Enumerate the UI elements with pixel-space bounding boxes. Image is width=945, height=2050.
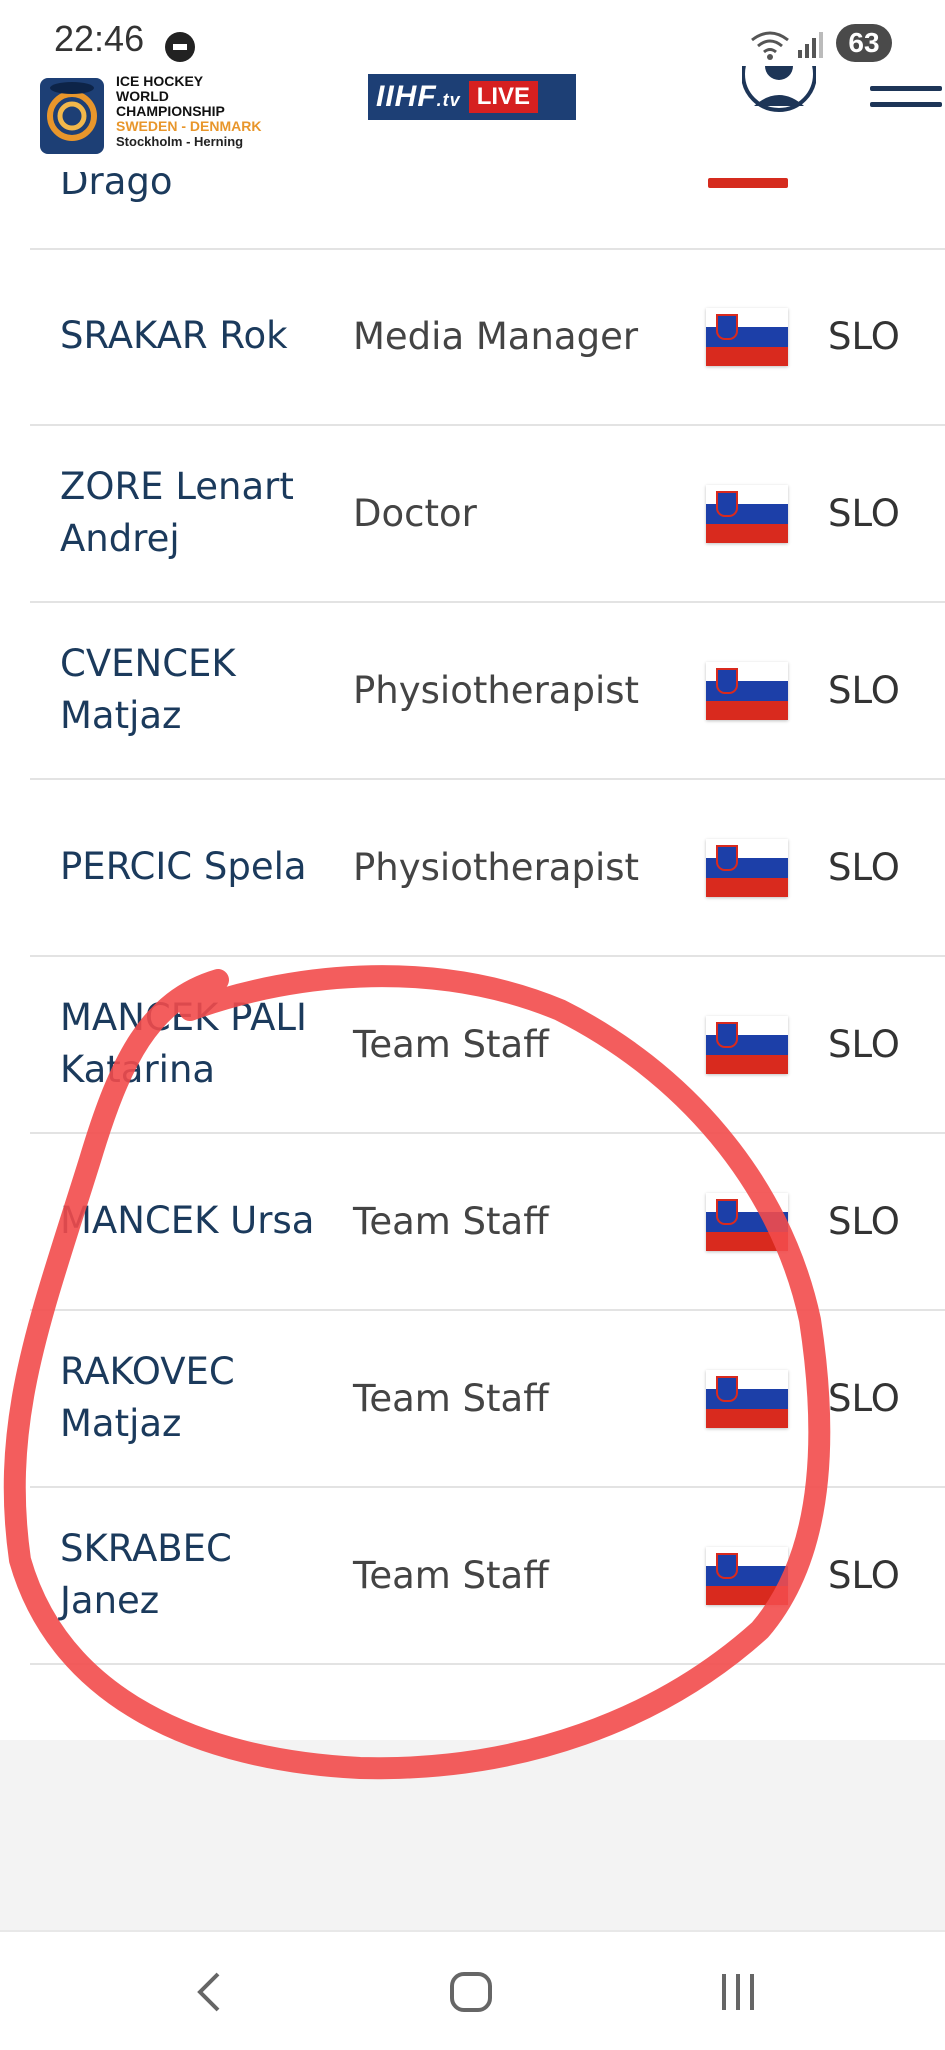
country-code: SLO — [828, 668, 900, 712]
staff-name[interactable]: ZORE Lenart Andrej — [60, 425, 320, 601]
table-row[interactable]: MANCEK PALI Katarina Team Staff SLO — [30, 956, 945, 1134]
table-row[interactable]: RAKOVEC Matjaz Team Staff SLO — [30, 1310, 945, 1488]
table-row[interactable]: PERCIC Spela Physiotherapist SLO — [30, 779, 945, 957]
staff-role: Media Manager — [353, 314, 639, 358]
staff-name[interactable]: MANCEK Ursa — [60, 1133, 320, 1309]
table-row[interactable]: CVENCEK Matjaz Physiotherapist SLO — [30, 602, 945, 780]
championship-logo-text: ICE HOCKEY WORLD CHAMPIONSHIP SWEDEN - D… — [116, 73, 262, 150]
staff-role: Team Staff — [353, 1022, 549, 1066]
slovenia-flag-icon — [706, 839, 788, 897]
site-header: ICE HOCKEY WORLD CHAMPIONSHIP SWEDEN - D… — [0, 66, 945, 166]
country-code: SLO — [828, 845, 900, 889]
battery-indicator: 63 — [836, 24, 892, 62]
table-row[interactable]: ZORE Lenart Andrej Doctor SLO — [30, 425, 945, 603]
table-row[interactable]: SRAKAR Rok Media Manager SLO — [30, 248, 945, 426]
slovenia-flag-icon — [706, 1547, 788, 1605]
notification-dot-icon — [165, 32, 195, 62]
table-row[interactable]: SKRABEC Janez Team Staff SLO — [30, 1487, 945, 1665]
slovenia-flag-icon — [706, 1370, 788, 1428]
iihf-tv-live-logo[interactable]: IIHF.tv LIVE — [368, 74, 576, 120]
system-navigation-bar — [0, 1930, 945, 2050]
recents-icon[interactable] — [716, 1968, 764, 2016]
staff-name[interactable]: CVENCEK Matjaz — [60, 602, 320, 778]
logo-line: CHAMPIONSHIP — [116, 103, 225, 119]
slovenia-flag-icon — [706, 1016, 788, 1074]
country-code: SLO — [828, 1376, 900, 1420]
staff-name[interactable]: SRAKAR Rok — [60, 248, 320, 424]
wifi-icon — [751, 31, 789, 60]
country-code: SLO — [828, 1022, 900, 1066]
country-code: SLO — [828, 1553, 900, 1597]
staff-name[interactable]: PERCIC Spela — [60, 779, 320, 955]
page-footer — [0, 1740, 945, 1930]
country-code: SLO — [828, 1199, 900, 1243]
championship-logo-icon[interactable] — [38, 74, 106, 156]
back-icon[interactable] — [190, 1968, 230, 2016]
logo-line: ICE HOCKEY — [116, 73, 204, 89]
staff-role: Physiotherapist — [353, 845, 640, 889]
staff-role: Team Staff — [353, 1376, 549, 1420]
staff-name[interactable]: SKRABEC Janez — [60, 1487, 320, 1663]
hamburger-menu-icon[interactable] — [870, 86, 942, 126]
country-code: SLO — [828, 491, 900, 535]
staff-role: Team Staff — [353, 1199, 549, 1243]
staff-role: Doctor — [353, 491, 477, 535]
staff-name[interactable]: MANCEK PALI Katarina — [60, 956, 320, 1132]
logo-line: Stockholm - Herning — [116, 134, 244, 149]
staff-name: Drago — [60, 160, 173, 203]
slovenia-flag-icon — [706, 662, 788, 720]
iihf-brand: IIHF.tv — [376, 80, 461, 113]
status-time: 22:46 — [54, 18, 145, 59]
staff-role: Physiotherapist — [353, 668, 640, 712]
staff-name[interactable]: RAKOVEC Matjaz — [60, 1310, 320, 1486]
logo-line: WORLD — [116, 88, 169, 104]
home-icon[interactable] — [448, 1968, 496, 2016]
slovenia-flag-icon — [706, 308, 788, 366]
table-row[interactable]: MANCEK Ursa Team Staff SLO — [30, 1133, 945, 1311]
slovenia-flag-icon — [706, 1193, 788, 1251]
country-code: SLO — [828, 314, 900, 358]
staff-role: Team Staff — [353, 1553, 549, 1597]
live-badge: LIVE — [468, 81, 539, 113]
table-row[interactable]: Drago — [30, 160, 945, 250]
slovenia-flag-icon — [706, 485, 788, 543]
signal-icon — [798, 32, 823, 58]
logo-line: SWEDEN - DENMARK — [116, 118, 262, 134]
slovenia-flag-icon — [708, 178, 788, 188]
user-avatar-icon[interactable] — [742, 66, 816, 116]
